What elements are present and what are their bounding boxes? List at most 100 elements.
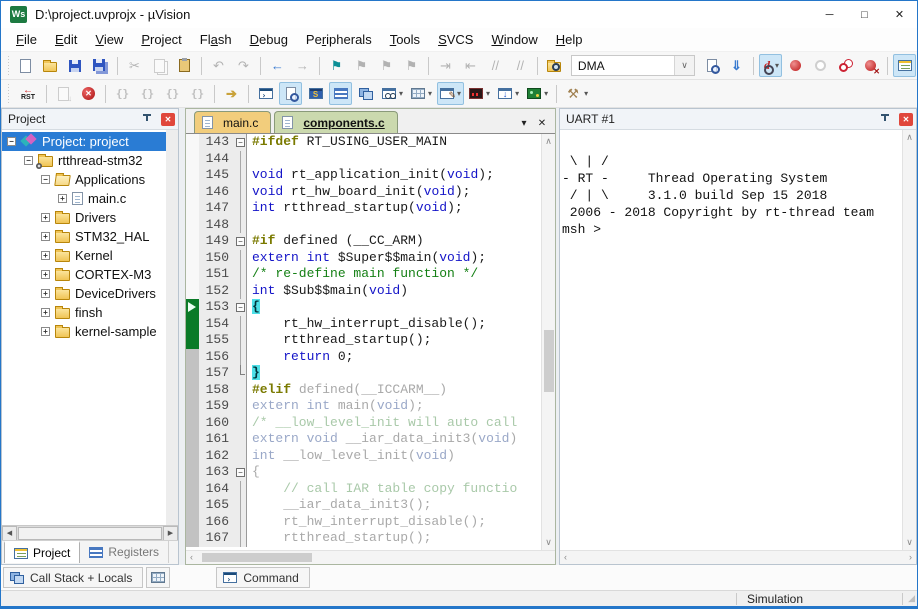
menu-peripherals[interactable]: Peripherals: [297, 32, 381, 47]
tree-item-rtthread-stm32[interactable]: −rtthread-stm32: [2, 151, 166, 170]
tree-item-project-project[interactable]: −Project: project: [2, 132, 166, 151]
fold-collapse-control[interactable]: −: [234, 134, 247, 151]
paste-button[interactable]: [173, 54, 196, 77]
scroll-thumb[interactable]: [18, 527, 162, 540]
command-window-button[interactable]: [254, 82, 277, 105]
scroll-up-icon[interactable]: ∧: [903, 132, 916, 143]
comment-selection-button[interactable]: //: [484, 54, 507, 77]
run-button[interactable]: [52, 82, 75, 105]
previous-bookmark-button[interactable]: ⚑: [350, 54, 373, 77]
toggle-bookmark-button[interactable]: ⚑: [325, 54, 348, 77]
expand-icon[interactable]: +: [41, 232, 50, 241]
close-document-icon[interactable]: ✕: [533, 113, 551, 133]
tree-item-drivers[interactable]: +Drivers: [2, 208, 166, 227]
scroll-down-icon[interactable]: ∨: [542, 537, 555, 548]
tab-components-c[interactable]: components.c: [274, 111, 397, 133]
tree-item-kernel[interactable]: +Kernel: [2, 246, 166, 265]
uncomment-selection-button[interactable]: //: [509, 54, 532, 77]
lookup-symbol-button[interactable]: ▾: [759, 54, 782, 77]
scroll-left-icon[interactable]: ‹: [564, 552, 567, 562]
indent-button[interactable]: ⇥: [434, 54, 457, 77]
tab-main-c[interactable]: main.c: [194, 111, 271, 133]
fold-minus-icon[interactable]: −: [236, 237, 245, 246]
call-stack-window-button[interactable]: [354, 82, 377, 105]
serial-window-button[interactable]: ▾: [437, 82, 464, 105]
scroll-right-icon[interactable]: ▶: [163, 526, 178, 541]
code-area[interactable]: 143−#ifdef RT_USING_USER_MAIN144145void …: [186, 134, 541, 550]
close-uart-panel-button[interactable]: ✕: [899, 113, 913, 126]
fold-collapse-control[interactable]: −: [234, 233, 247, 250]
project-tree-scrollbar[interactable]: [166, 130, 178, 525]
expand-icon[interactable]: +: [41, 251, 50, 260]
cut-button[interactable]: ✂: [123, 54, 146, 77]
uart-output[interactable]: \ | / - RT - Thread Operating System / |…: [560, 130, 902, 550]
save-all-button[interactable]: [89, 54, 112, 77]
collapse-icon[interactable]: −: [24, 156, 33, 165]
expand-icon[interactable]: +: [58, 194, 67, 203]
editor-hscrollbar[interactable]: ‹: [186, 550, 555, 564]
fold-minus-icon[interactable]: −: [236, 468, 245, 477]
registers-window-button[interactable]: [329, 82, 352, 105]
menu-edit[interactable]: Edit: [46, 32, 86, 47]
disassembly-window-button[interactable]: [279, 82, 302, 105]
find-in-files-button[interactable]: [543, 54, 566, 77]
open-file-button[interactable]: [39, 54, 62, 77]
expand-icon[interactable]: +: [41, 308, 50, 317]
menu-svcs[interactable]: SVCS: [429, 32, 482, 47]
insert-breakpoint-button[interactable]: [784, 54, 807, 77]
collapse-icon[interactable]: −: [7, 137, 16, 146]
document-list-icon[interactable]: ▾: [515, 113, 533, 133]
show-next-statement-button[interactable]: ➔: [220, 82, 243, 105]
command-tab[interactable]: Command: [216, 567, 309, 588]
run-to-cursor-button[interactable]: {}: [186, 82, 209, 105]
expand-icon[interactable]: +: [41, 213, 50, 222]
call-stack-tab[interactable]: Call Stack + Locals: [3, 567, 143, 588]
project-hscrollbar[interactable]: ◀ ▶: [2, 525, 178, 540]
disable-all-breakpoints-button[interactable]: [834, 54, 857, 77]
expand-icon[interactable]: +: [41, 327, 50, 336]
symbol-window-button[interactable]: [304, 82, 327, 105]
close-project-panel-button[interactable]: ✕: [161, 113, 175, 126]
uart-hscrollbar[interactable]: ‹ ›: [560, 550, 916, 564]
close-button[interactable]: ✕: [882, 1, 917, 28]
navigate-back-button[interactable]: ←: [266, 54, 289, 77]
kill-all-breakpoints-button[interactable]: [859, 54, 882, 77]
navigate-forward-button[interactable]: →: [291, 54, 314, 77]
undo-button[interactable]: ↶: [207, 54, 230, 77]
menu-debug[interactable]: Debug: [241, 32, 297, 47]
expand-icon[interactable]: +: [41, 270, 50, 279]
minimize-button[interactable]: ─: [812, 1, 847, 28]
step-button[interactable]: {}: [111, 82, 134, 105]
dma-combobox[interactable]: DMA∨: [571, 55, 695, 76]
menu-file[interactable]: File: [7, 32, 46, 47]
find-dialog-button[interactable]: [700, 54, 723, 77]
scroll-left-icon[interactable]: ◀: [2, 526, 17, 541]
fold-minus-icon[interactable]: −: [236, 303, 245, 312]
enable-disable-breakpoint-button[interactable]: [809, 54, 832, 77]
logic-analyzer-button[interactable]: ▾: [466, 82, 493, 105]
tree-item-devicedrivers[interactable]: +DeviceDrivers: [2, 284, 166, 303]
menu-view[interactable]: View: [86, 32, 132, 47]
clear-bookmarks-button[interactable]: ⚑: [400, 54, 423, 77]
fold-collapse-control[interactable]: −: [234, 299, 247, 316]
scroll-down-icon[interactable]: ∨: [903, 537, 916, 548]
maximize-button[interactable]: □: [847, 1, 882, 28]
pin-icon[interactable]: [142, 113, 152, 125]
copy-button[interactable]: [148, 54, 171, 77]
panel-tab-registers[interactable]: Registers: [80, 541, 169, 563]
menu-tools[interactable]: Tools: [381, 32, 429, 47]
incremental-find-button[interactable]: ⇓: [725, 54, 748, 77]
save-button[interactable]: [64, 54, 87, 77]
reset-cpu-button[interactable]: [15, 82, 41, 105]
collapse-icon[interactable]: −: [41, 175, 50, 184]
tree-item-applications[interactable]: −Applications: [2, 170, 166, 189]
menu-window[interactable]: Window: [482, 32, 546, 47]
step-over-button[interactable]: {}: [136, 82, 159, 105]
editor-vscrollbar[interactable]: ∧ ∨: [541, 134, 555, 550]
scroll-thumb[interactable]: [544, 330, 554, 392]
stop-button[interactable]: [77, 82, 100, 105]
system-viewer-button[interactable]: ▾: [495, 82, 522, 105]
new-file-button[interactable]: [14, 54, 37, 77]
menu-flash[interactable]: Flash: [191, 32, 241, 47]
tree-item-cortex-m3[interactable]: +CORTEX-M3: [2, 265, 166, 284]
